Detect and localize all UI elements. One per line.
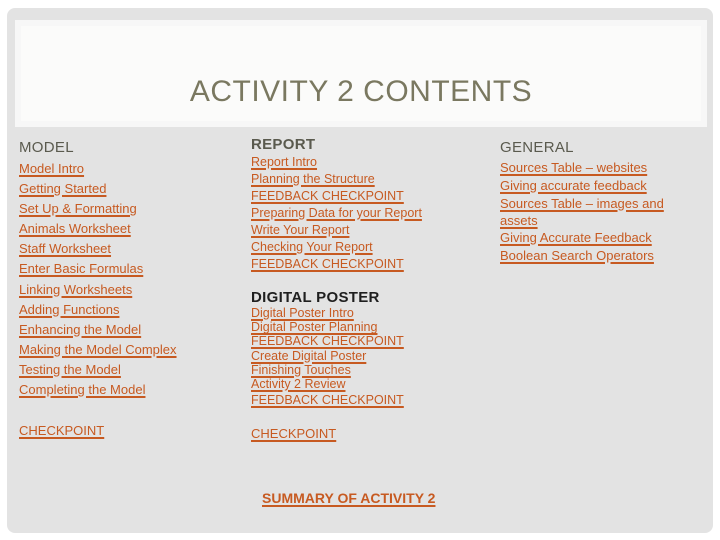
digital-poster-link[interactable]: Digital Poster Planning bbox=[251, 320, 404, 334]
digital-poster-link[interactable]: Activity 2 Review bbox=[251, 377, 404, 391]
report-link[interactable]: FEEDBACK CHECKPOINT bbox=[251, 188, 422, 205]
digital-poster-link[interactable]: Digital Poster Intro bbox=[251, 306, 404, 320]
report-link[interactable]: Preparing Data for your Report bbox=[251, 205, 422, 222]
model-link[interactable]: Completing the Model bbox=[19, 380, 177, 400]
general-link[interactable]: Sources Table – websites bbox=[500, 159, 685, 177]
model-link[interactable]: Testing the Model bbox=[19, 360, 177, 380]
digital-poster-link[interactable]: Create Digital Poster bbox=[251, 349, 404, 363]
digital-poster-link[interactable]: Finishing Touches bbox=[251, 363, 404, 377]
model-link[interactable]: Making the Model Complex bbox=[19, 340, 177, 360]
digital-poster-checkpoint-link[interactable]: CHECKPOINT bbox=[251, 426, 336, 441]
report-link[interactable]: FEEDBACK CHECKPOINT bbox=[251, 256, 422, 273]
model-link[interactable]: Adding Functions bbox=[19, 300, 177, 320]
model-link[interactable]: Linking Worksheets bbox=[19, 280, 177, 300]
summary-link[interactable]: SUMMARY OF ACTIVITY 2 bbox=[262, 490, 435, 506]
digital-poster-link[interactable]: FEEDBACK CHECKPOINT bbox=[251, 393, 404, 407]
model-link[interactable]: Enter Basic Formulas bbox=[19, 259, 177, 279]
model-checkpoint-link[interactable]: CHECKPOINT bbox=[19, 423, 104, 438]
model-link[interactable]: Getting Started bbox=[19, 179, 177, 199]
report-link[interactable]: Report Intro bbox=[251, 154, 422, 171]
model-link[interactable]: Model Intro bbox=[19, 159, 177, 179]
report-link[interactable]: Write Your Report bbox=[251, 222, 422, 239]
model-heading: MODEL bbox=[19, 139, 74, 156]
report-link[interactable]: Planning the Structure bbox=[251, 171, 422, 188]
general-link[interactable]: Giving Accurate Feedback bbox=[500, 229, 685, 247]
title-box: ACTIVITY 2 CONTENTS bbox=[15, 20, 707, 127]
digital-poster-heading: DIGITAL POSTER bbox=[251, 289, 380, 306]
model-link[interactable]: Animals Worksheet bbox=[19, 219, 177, 239]
digital-poster-link-list: Digital Poster Intro Digital Poster Plan… bbox=[251, 306, 404, 407]
report-heading: REPORT bbox=[251, 136, 316, 153]
report-link[interactable]: Checking Your Report bbox=[251, 239, 422, 256]
general-link[interactable]: Sources Table – images and assets bbox=[500, 195, 685, 229]
page-title: ACTIVITY 2 CONTENTS bbox=[189, 75, 533, 108]
general-link-list: Sources Table – websites Giving accurate… bbox=[500, 159, 685, 265]
general-heading: GENERAL bbox=[500, 139, 574, 156]
general-link[interactable]: Boolean Search Operators bbox=[500, 247, 685, 265]
digital-poster-link[interactable]: FEEDBACK CHECKPOINT bbox=[251, 334, 404, 348]
model-link-list: Model Intro Getting Started Set Up & For… bbox=[19, 159, 177, 400]
report-link-list: Report Intro Planning the Structure FEED… bbox=[251, 154, 422, 273]
model-link[interactable]: Set Up & Formatting bbox=[19, 199, 177, 219]
model-link[interactable]: Enhancing the Model bbox=[19, 320, 177, 340]
model-link[interactable]: Staff Worksheet bbox=[19, 239, 177, 259]
general-link[interactable]: Giving accurate feedback bbox=[500, 177, 685, 195]
